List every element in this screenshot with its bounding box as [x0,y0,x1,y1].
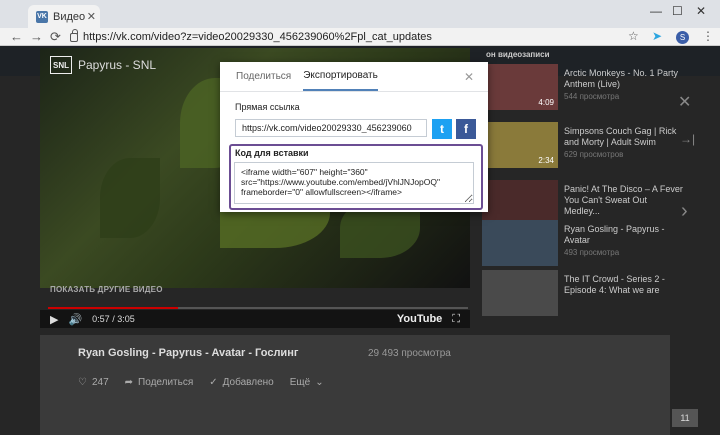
tab-share[interactable]: Поделиться [236,62,291,91]
video-controls: ▶ 🔊 0:57 / 3:05 YouTube ⛶ [40,310,470,328]
forward-icon[interactable]: → [30,28,43,45]
sidebar-video-item[interactable]: 4:09 Arctic Monkeys - No. 1 Party Anthem … [482,64,682,112]
export-modal: Поделиться Экспортировать ✕ Прямая ссылк… [220,62,488,212]
tab-title: Видео [53,10,86,23]
like-button[interactable]: ♡ 247 [78,377,109,388]
video-progress-bar[interactable] [48,307,468,309]
next-video-icon[interactable]: › [681,200,688,223]
snl-logo: SNL [50,56,72,74]
added-button[interactable]: ✓ Добавлено [209,377,273,388]
sidebar-video-item[interactable]: 2:34 Simpsons Couch Gag | Rick and Morty … [482,122,682,170]
embed-code-textarea[interactable] [234,162,474,204]
browser-tab[interactable]: VK Видео ✕ [28,5,100,28]
lock-icon [70,28,78,42]
direct-link-label: Прямая ссылка [235,102,300,112]
like-count: 247 [91,377,109,388]
video-thumbnail [482,270,558,316]
video-thumbnail [482,220,558,266]
vk-favicon-icon: VK [36,10,48,23]
sidebar-video-title: Panic! At The Disco – A Fever You Can't … [564,184,683,216]
share-button[interactable]: ➦ Поделиться [125,377,194,388]
heart-icon: ♡ [78,377,87,388]
browser-toolbar: ← → ⟳ https://vk.com/video?z=video200293… [0,28,720,46]
video-thumbnail: 2:34 [482,122,558,168]
collapse-sidebar-icon[interactable]: →| [680,132,695,146]
sidebar-video-item[interactable]: Ryan Gosling - Papyrus - Avatar 493 просм… [482,220,682,268]
share-label: Поделиться [138,377,194,388]
sidebar-header: он видеозаписи [486,50,550,59]
notifications-badge[interactable]: 11 [672,409,698,427]
share-icon: ➦ [124,377,134,388]
video-actions: ♡ 247 ➦ Поделиться ✓ Добавлено Ещё ⌄ [78,377,324,388]
more-label: Ещё [289,377,311,388]
sidebar-video-title: Arctic Monkeys - No. 1 Party Anthem (Liv… [564,68,679,89]
volume-icon[interactable]: 🔊 [68,313,82,326]
video-progress-fill [48,307,179,309]
check-icon: ✓ [209,377,218,388]
close-video-icon[interactable]: ✕ [678,92,691,112]
fullscreen-icon[interactable]: ⛶ [452,313,460,326]
facebook-share-button[interactable]: f [456,119,476,139]
sidebar-video-title: The IT Crowd - Series 2 - Episode 4: Wha… [564,274,665,295]
address-bar[interactable]: https://vk.com/video?z=video20029330_456… [70,28,630,45]
youtube-logo[interactable]: YouTube [397,313,442,325]
address-url: https://vk.com/video?z=video20029330_456… [83,31,432,43]
menu-icon[interactable]: ⋮ [702,29,714,44]
direct-link-input[interactable] [235,119,427,137]
sidebar-video-title: Ryan Gosling - Papyrus - Avatar [564,224,665,245]
sidebar-video-title: Simpsons Couch Gag | Rick and Morty | Ad… [564,126,677,147]
reload-icon[interactable]: ⟳ [50,28,61,45]
video-thumbnail: 4:09 [482,64,558,110]
profile-avatar[interactable]: S [676,31,689,44]
tab-close-icon[interactable]: ✕ [87,10,96,23]
modal-tabs: Поделиться Экспортировать ✕ [220,62,488,92]
maximize-icon[interactable]: ☐ [672,4,683,18]
video-info-title: Ryan Gosling - Papyrus - Avatar - Гослин… [78,347,299,359]
sidebar-video-views: 493 просмотра [564,248,620,257]
added-label: Добавлено [222,377,274,388]
window-close-icon[interactable]: ✕ [696,4,706,18]
video-duration: 2:34 [538,156,554,165]
browser-tabbar: VK Видео ✕ — ☐ ✕ [0,0,720,28]
sidebar-video-views: 629 просмотров [564,150,624,159]
sidebar-video-item[interactable]: The IT Crowd - Series 2 - Episode 4: Wha… [482,270,682,318]
bookmark-star-icon[interactable]: ☆ [628,29,639,44]
sidebar-video-views: 544 просмотра [564,92,620,101]
twitter-share-button[interactable]: t [432,119,452,139]
video-time: 0:57 / 3:05 [92,314,135,324]
show-other-videos-button[interactable]: ПОКАЗАТЬ ДРУГИЕ ВИДЕО [50,285,163,294]
video-title: Papyrus - SNL [78,58,157,72]
minimize-icon[interactable]: — [650,4,662,18]
telegram-icon[interactable]: ➤ [652,29,662,44]
play-icon[interactable]: ▶ [50,313,58,326]
facebook-icon: f [464,122,468,136]
chevron-down-icon: ⌄ [315,377,324,388]
modal-close-icon[interactable]: ✕ [464,70,474,84]
twitter-icon: t [440,122,444,136]
more-button[interactable]: Ещё ⌄ [290,377,324,388]
video-duration: 4:09 [538,98,554,107]
back-icon[interactable]: ← [10,28,23,45]
video-info-panel: Ryan Gosling - Papyrus - Avatar - Гослин… [40,335,670,435]
video-views: 29 493 просмотра [368,348,451,359]
embed-code-label: Код для вставки [235,148,309,158]
tab-export[interactable]: Экспортировать [303,62,378,91]
